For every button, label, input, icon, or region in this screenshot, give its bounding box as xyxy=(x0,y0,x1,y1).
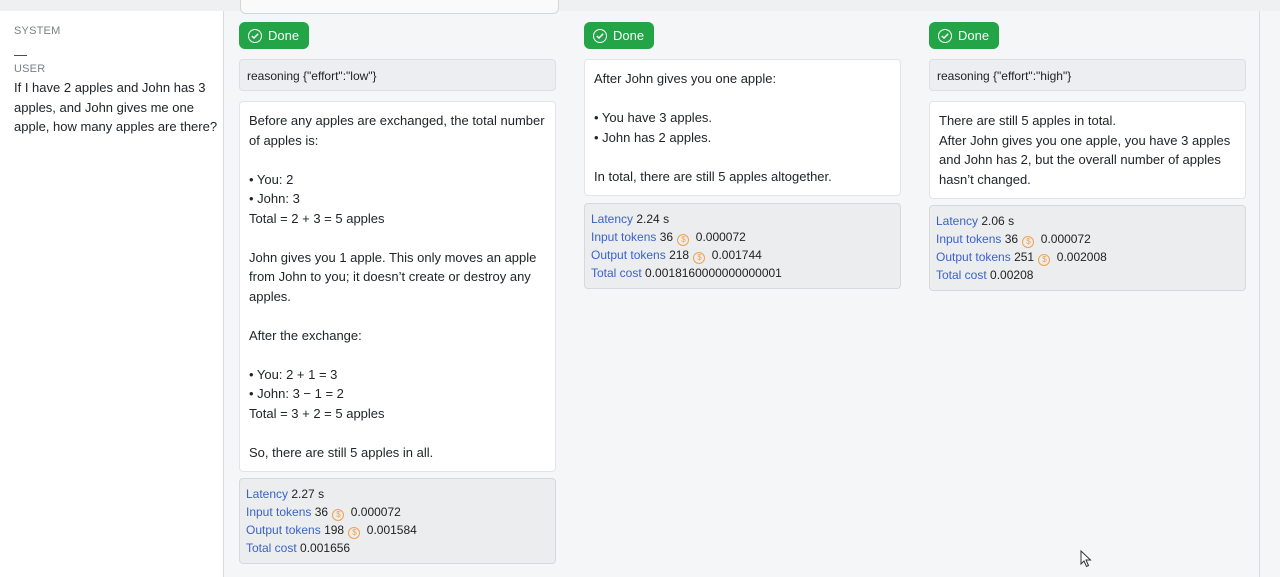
input-tokens-value: 36 xyxy=(314,505,329,519)
output-cost-value: 0.002008 xyxy=(1056,250,1107,264)
response-line: • John: 3 − 1 = 2 xyxy=(249,386,344,401)
response-line: After John gives you one apple, you have… xyxy=(939,132,1231,187)
dollar-coin-icon: $ xyxy=(677,234,690,246)
prompt-panel: SYSTEM — USER If I have 2 apples and Joh… xyxy=(0,11,224,577)
status-badge: Done xyxy=(584,22,654,49)
output-tokens-row: Output tokens 251 $ 0.002008 xyxy=(936,248,1239,266)
output-tokens-label: Output tokens xyxy=(246,523,321,537)
response-line: • John: 3 xyxy=(249,191,300,206)
input-tokens-label: Input tokens xyxy=(246,505,312,519)
latency-value: 2.06 s xyxy=(981,214,1015,228)
user-message: If I have 2 apples and John has 3 apples… xyxy=(14,80,218,134)
output-tokens-value: 218 xyxy=(669,248,690,262)
output-tokens-row: Output tokens 218 $ 0.001744 xyxy=(591,246,894,264)
dollar-coin-icon: $ xyxy=(348,527,361,539)
system-value: — xyxy=(14,47,27,62)
dollar-coin-icon: $ xyxy=(1038,254,1051,266)
latency-row: Latency 2.27 s xyxy=(246,485,549,503)
response-line: In total, there are still 5 apples altog… xyxy=(594,168,832,184)
system-label: SYSTEM xyxy=(14,25,61,37)
reasoning-param: reasoning {"effort":"low"} xyxy=(239,59,556,91)
input-tokens-row: Input tokens 36 $ 0.000072 xyxy=(246,503,549,521)
response-line: So, there are still 5 apples in all. xyxy=(249,444,434,460)
total-cost-row: Total cost 0.001656 xyxy=(246,539,549,557)
total-cost-value: 0.00208 xyxy=(990,268,1034,282)
total-cost-label: Total cost xyxy=(246,541,297,555)
response-line: • You have 3 apples. xyxy=(594,110,713,125)
response-line: • John has 2 apples. xyxy=(594,129,712,145)
latency-label: Latency xyxy=(246,487,289,501)
latency-label: Latency xyxy=(936,214,979,228)
dollar-coin-icon: $ xyxy=(693,252,706,264)
input-cost-value: 0.000072 xyxy=(350,505,401,519)
result-column-2: Done After John gives you one apple: • Yo… xyxy=(569,11,915,577)
result-column-3: Done reasoning {"effort":"high"} There a… xyxy=(914,11,1260,577)
total-cost-row: Total cost 0.0018160000000000001 xyxy=(591,264,894,282)
total-cost-label: Total cost xyxy=(591,266,642,280)
status-badge: Done xyxy=(929,22,999,49)
output-tokens-value: 251 xyxy=(1014,250,1035,264)
input-tokens-value: 36 xyxy=(659,230,674,244)
input-tokens-row: Input tokens 36 $ 0.000072 xyxy=(936,230,1239,248)
input-tokens-row: Input tokens 36 $ 0.000072 xyxy=(591,228,894,246)
status-label: Done xyxy=(268,28,300,43)
input-tokens-label: Input tokens xyxy=(936,232,1002,246)
output-cost-value: 0.001584 xyxy=(366,523,417,537)
top-strip xyxy=(0,0,1280,11)
mouse-cursor-icon xyxy=(1080,550,1092,568)
output-tokens-label: Output tokens xyxy=(936,250,1011,264)
reasoning-param: reasoning {"effort":"high"} xyxy=(929,59,1246,91)
column-header-stub xyxy=(240,0,559,14)
output-cost-value: 0.001744 xyxy=(711,248,762,262)
metrics-panel: Latency 2.06 s Input tokens 36 $ 0.00007… xyxy=(929,205,1246,291)
response-line: • You: 2 xyxy=(249,171,294,187)
response-output: There are still 5 apples in total. After … xyxy=(929,101,1246,199)
response-line: After John gives you one apple: xyxy=(594,71,777,86)
result-column-1: Done reasoning {"effort":"low"} Before a… xyxy=(224,0,570,577)
latency-row: Latency 2.06 s xyxy=(936,212,1239,230)
total-cost-row: Total cost 0.00208 xyxy=(936,266,1239,284)
response-line: Total = 2 + 3 = 5 apples xyxy=(249,210,385,226)
input-tokens-value: 36 xyxy=(1004,232,1019,246)
check-circle-icon xyxy=(248,28,262,43)
metrics-panel: Latency 2.27 s Input tokens 36 $ 0.00007… xyxy=(239,478,556,564)
total-cost-label: Total cost xyxy=(936,268,987,282)
response-line: John gives you 1 apple. This only moves … xyxy=(249,249,537,304)
check-circle-icon xyxy=(938,28,952,43)
output-tokens-row: Output tokens 198 $ 0.001584 xyxy=(246,521,549,539)
user-label: USER xyxy=(14,63,46,75)
response-line: Total = 3 + 2 = 5 apples xyxy=(249,405,385,421)
response-line: • You: 2 + 1 = 3 xyxy=(249,366,338,382)
check-circle-icon xyxy=(593,28,607,43)
dollar-coin-icon: $ xyxy=(1022,236,1035,248)
input-cost-value: 0.000072 xyxy=(1040,232,1091,246)
output-tokens-label: Output tokens xyxy=(591,248,666,262)
response-line: Before any apples are exchanged, the tot… xyxy=(249,113,545,148)
status-label: Done xyxy=(958,28,990,43)
latency-label: Latency xyxy=(591,212,634,226)
total-cost-value: 0.0018160000000000001 xyxy=(645,266,782,280)
response-line: There are still 5 apples in total. xyxy=(939,113,1117,128)
output-tokens-value: 198 xyxy=(324,523,345,537)
latency-value: 2.24 s xyxy=(636,212,670,226)
status-badge: Done xyxy=(239,22,309,49)
input-cost-value: 0.000072 xyxy=(695,230,746,244)
response-output: After John gives you one apple: • You hav… xyxy=(584,59,901,196)
dollar-coin-icon: $ xyxy=(332,509,345,521)
metrics-panel: Latency 2.24 s Input tokens 36 $ 0.00007… xyxy=(584,203,901,289)
response-output: Before any apples are exchanged, the tot… xyxy=(239,101,556,472)
response-line: After the exchange: xyxy=(249,327,362,343)
latency-row: Latency 2.24 s xyxy=(591,210,894,228)
total-cost-value: 0.001656 xyxy=(300,541,351,555)
status-label: Done xyxy=(613,28,645,43)
latency-value: 2.27 s xyxy=(291,487,325,501)
input-tokens-label: Input tokens xyxy=(591,230,657,244)
